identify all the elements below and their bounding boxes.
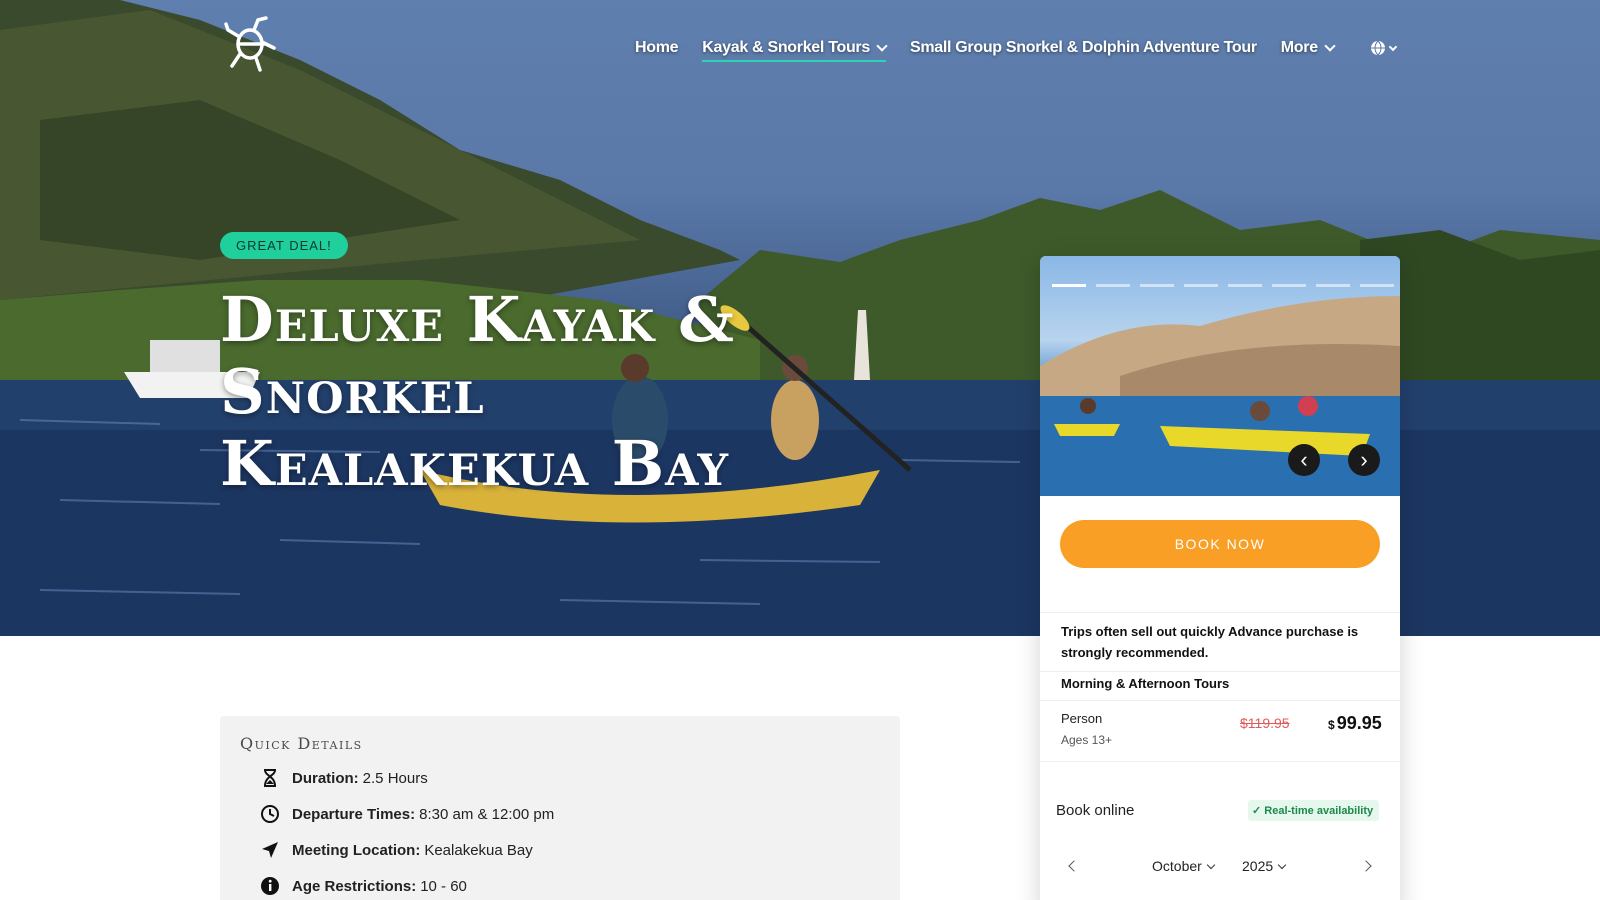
language-selector[interactable] [1366, 40, 1398, 56]
globe-icon [1370, 40, 1385, 56]
current-price: $99.95 [1328, 713, 1382, 734]
nav-small-group-label: Small Group Snorkel & Dolphin Adventure … [909, 39, 1257, 56]
chevron-down-icon [1388, 42, 1398, 51]
carousel-dot[interactable] [1096, 284, 1130, 287]
turtle-icon[interactable] [224, 14, 278, 72]
chevron-down-icon [1206, 860, 1216, 869]
nav-small-group-tour[interactable]: Small Group Snorkel & Dolphin Adventure … [910, 39, 1257, 57]
great-deal-badge: GREAT DEAL! [220, 232, 348, 259]
detail-value: Kealakekua Bay [424, 841, 533, 859]
availability-badge: ✓ Real-time availability [1248, 800, 1380, 821]
detail-value: 8:30 am & 12:00 pm [419, 805, 555, 823]
detail-meeting-location: Meeting Location: Kealakekua Bay [260, 840, 533, 860]
current-price-value: 99.95 [1336, 713, 1382, 733]
nav-kayak-snorkel-tours[interactable]: Kayak & Snorkel Tours [702, 39, 888, 62]
detail-label: Age Restrictions: [292, 877, 417, 895]
carousel-dot[interactable] [1184, 284, 1218, 287]
nav-home[interactable]: Home [635, 39, 679, 57]
location-arrow-icon [262, 842, 278, 858]
detail-departure-times: Departure Times: 8:30 am & 12:00 pm [260, 804, 554, 824]
carousel-dot[interactable] [1140, 284, 1174, 287]
calendar-prev-icon[interactable] [1068, 860, 1080, 872]
carousel-dot[interactable] [1228, 284, 1262, 287]
carousel-dot[interactable] [1272, 284, 1306, 287]
tours-heading: Morning & Afternoon Tours [1061, 676, 1230, 691]
detail-duration: Duration: 2.5 Hours [260, 768, 428, 788]
carousel-photo [1040, 296, 1400, 496]
detail-value: 2.5 Hours [362, 769, 428, 787]
book-online-heading: Book online [1056, 802, 1135, 819]
carousel-dot[interactable] [1360, 284, 1394, 287]
nav-more[interactable]: More [1280, 39, 1336, 57]
book-now-button[interactable]: BOOK NOW [1060, 520, 1380, 568]
detail-label: Meeting Location: [292, 841, 421, 859]
chevron-down-icon [1277, 860, 1287, 869]
nav-kayak-label: Kayak & Snorkel Tours [702, 39, 870, 56]
tour-photo-carousel[interactable]: ‹ › [1040, 256, 1400, 496]
calendar-next-icon[interactable] [1360, 860, 1372, 872]
clock-icon [261, 805, 279, 823]
chevron-down-icon [1324, 40, 1336, 52]
detail-label: Departure Times: [292, 805, 416, 823]
price-row: Person Ages 13+ $119.95 $99.95 [1040, 700, 1400, 762]
detail-age-restrictions: Age Restrictions: 10 - 60 [260, 876, 467, 896]
carousel-next-button[interactable]: › [1348, 444, 1380, 476]
nav-more-label: More [1280, 39, 1318, 56]
nav-home-label: Home [635, 39, 679, 56]
detail-value: 10 - 60 [420, 877, 467, 895]
main-nav: Home Kayak & Snorkel Tours Small Group S… [635, 36, 1420, 62]
currency-symbol: $ [1328, 718, 1335, 732]
year-select[interactable]: 2025 [1242, 858, 1287, 874]
carousel-dot[interactable] [1052, 284, 1086, 287]
year-value: 2025 [1242, 858, 1274, 874]
price-age: Ages 13+ [1061, 733, 1113, 747]
quick-details-title: Quick Details [240, 734, 363, 753]
availability-label: Real-time availability [1264, 805, 1374, 817]
old-price: $119.95 [1240, 715, 1290, 731]
carousel-dot[interactable] [1316, 284, 1350, 287]
chevron-down-icon [876, 40, 888, 52]
check-icon: ✓ [1252, 805, 1265, 817]
page-title: Deluxe Kayak & Snorkel Kealakekua Bay [220, 283, 735, 500]
hourglass-icon [264, 769, 276, 787]
info-icon [261, 877, 279, 895]
detail-label: Duration: [292, 769, 359, 787]
calendar-nav: October 2025 [1040, 856, 1400, 880]
carousel-indicators [1052, 284, 1400, 287]
booking-card: ‹ › BOOK NOW Trips often sell out quickl… [1040, 256, 1400, 900]
carousel-prev-button[interactable]: ‹ [1288, 444, 1320, 476]
sellout-notice: Trips often sell out quickly Advance pur… [1040, 612, 1400, 672]
price-label: Person [1061, 711, 1103, 726]
month-select[interactable]: October [1152, 858, 1216, 874]
quick-details-panel: Quick Details Duration: 2.5 Hours Depart… [220, 716, 900, 900]
month-value: October [1152, 858, 1202, 874]
